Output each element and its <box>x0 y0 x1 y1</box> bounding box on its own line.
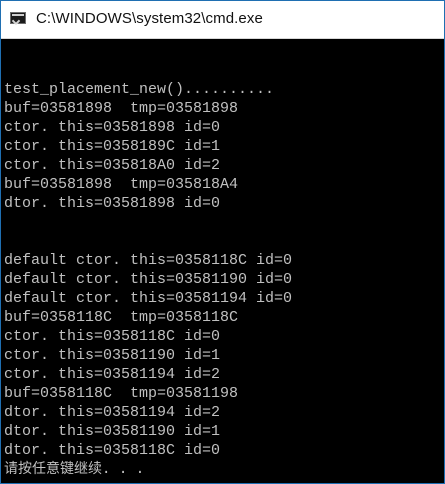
press-any-key-prompt: 请按任意键继续. . . <box>4 461 145 477</box>
console-line: buf=0358118C tmp=0358118C <box>4 309 239 326</box>
cmd-window: C:\WINDOWS\system32\cmd.exe test_placeme… <box>0 0 445 484</box>
console-line: default ctor. this=03581194 id=0 <box>4 290 293 307</box>
window-title: C:\WINDOWS\system32\cmd.exe <box>36 10 263 27</box>
console-line: ctor. this=03581190 id=1 <box>4 347 221 364</box>
console-line: default ctor. this=0358118C id=0 <box>4 252 293 269</box>
console-line: dtor. this=03581194 id=2 <box>4 404 221 421</box>
console-line: ctor. this=0358189C id=1 <box>4 138 221 155</box>
console-output[interactable]: test_placement_new().......... buf=03581… <box>4 61 442 481</box>
console-line: buf=03581898 tmp=03581898 <box>4 100 239 117</box>
console-line: buf=0358118C tmp=03581198 <box>4 385 239 402</box>
console-line: ctor. this=03581194 id=2 <box>4 366 221 383</box>
console-line: dtor. this=03581898 id=0 <box>4 195 221 212</box>
title-bar[interactable]: C:\WINDOWS\system32\cmd.exe <box>1 1 444 39</box>
console-line: ctor. this=035818A0 id=2 <box>4 157 221 174</box>
console-line: buf=03581898 tmp=035818A4 <box>4 176 239 193</box>
console-line: ctor. this=0358118C id=0 <box>4 328 221 345</box>
console-line: test_placement_new().......... <box>4 81 275 98</box>
console-line: ctor. this=03581898 id=0 <box>4 119 221 136</box>
console-line: default ctor. this=03581190 id=0 <box>4 271 293 288</box>
console-line: dtor. this=0358118C id=0 <box>4 442 221 459</box>
cmd-icon <box>10 12 26 24</box>
console-line: dtor. this=03581190 id=1 <box>4 423 221 440</box>
